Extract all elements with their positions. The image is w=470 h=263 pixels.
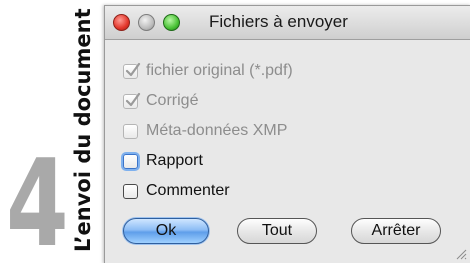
- option-original-pdf: fichier original (*.pdf): [123, 56, 293, 86]
- close-icon[interactable]: [113, 14, 130, 31]
- chapter-number: 4: [6, 135, 69, 263]
- stop-button[interactable]: Arrêter: [351, 218, 441, 244]
- option-label: Méta-données XMP: [146, 122, 288, 139]
- option-label[interactable]: Rapport: [146, 152, 203, 170]
- xmp-metadata-checkbox: [123, 123, 138, 139]
- file-options-list: fichier original (*.pdf) Corrigé Méta-do…: [123, 56, 293, 206]
- option-xmp-metadata: Méta-données XMP: [123, 116, 293, 146]
- minimize-icon: [138, 14, 155, 31]
- ok-button[interactable]: Ok: [123, 218, 209, 244]
- option-label: fichier original (*.pdf): [146, 62, 293, 79]
- title-bar: Fichiers à envoyer: [105, 6, 470, 40]
- all-button[interactable]: Tout: [237, 218, 317, 244]
- corrige-checkbox: [123, 92, 141, 109]
- commenter-checkbox[interactable]: [123, 183, 138, 199]
- option-label[interactable]: Commenter: [146, 182, 230, 200]
- checkmark-icon: [125, 62, 141, 76]
- option-commenter[interactable]: Commenter: [123, 176, 293, 206]
- window-title: Fichiers à envoyer: [209, 12, 348, 31]
- resize-grip-icon[interactable]: [455, 248, 467, 260]
- option-label: Corrigé: [146, 92, 199, 109]
- original-pdf-checkbox: [123, 62, 141, 79]
- maximize-icon[interactable]: [163, 14, 180, 31]
- rapport-checkbox[interactable]: [123, 153, 138, 169]
- dialog-window: Fichiers à envoyer fichier original (*.p…: [104, 5, 470, 263]
- checkmark-icon: [125, 92, 141, 106]
- page: 4 L’envoi du document Fichiers à envoyer…: [0, 0, 470, 263]
- chapter-caption: L’envoi du document: [71, 8, 95, 252]
- option-rapport[interactable]: Rapport: [123, 146, 293, 176]
- option-corrige: Corrigé: [123, 86, 293, 116]
